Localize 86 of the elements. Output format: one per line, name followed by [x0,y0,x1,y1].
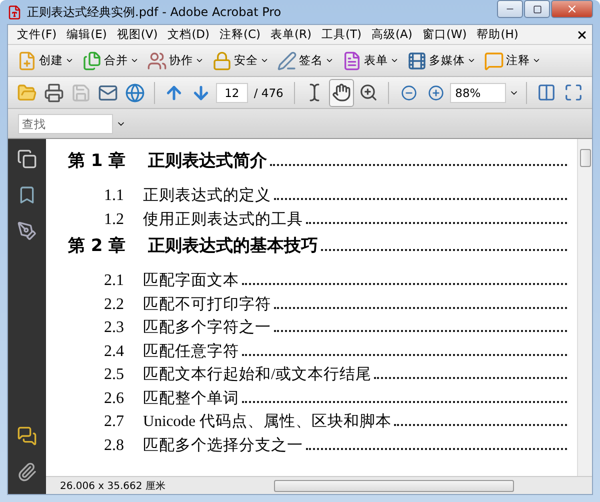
section-number: 2.5 [103,366,125,384]
section-number: 2.4 [103,342,125,360]
menu-item[interactable]: 文件(F) [12,26,62,44]
maximize-button[interactable] [524,0,550,18]
hand-icon [332,83,352,102]
caret-icon [325,56,334,65]
vertical-scrollbar[interactable] [577,139,592,476]
task-button[interactable]: 协作 [144,46,207,74]
caret-icon [130,56,139,65]
speech-bubbles-icon[interactable] [17,426,37,446]
section-number: 1.1 [103,187,125,205]
document-plus-icon [17,50,37,70]
menu-item[interactable]: 帮助(H) [472,26,524,44]
expand-icon [564,83,584,102]
section-number: 2.3 [103,319,125,337]
task-button[interactable]: 多媒体 [404,46,479,74]
minus-circle-icon [400,84,417,100]
pages-icon[interactable] [17,149,37,169]
page-number-field[interactable]: 12 [216,82,248,102]
zoom-icon [359,83,378,102]
caret-icon [390,56,399,65]
section-title[interactable]: 匹配整个单词 [143,388,239,408]
globe-icon [124,82,144,102]
find-field[interactable]: 查找 [18,114,113,134]
printer-icon [44,82,64,102]
speech-bubble-icon [484,50,504,70]
task-button[interactable]: 创建 [14,46,77,74]
caret-icon [195,56,204,65]
envelope-icon [98,82,118,102]
section-number: 2.1 [103,272,125,290]
pen-icon [277,50,297,70]
caret-icon [467,56,476,65]
section-title[interactable]: 匹配任意字符 [143,340,239,362]
task-button[interactable]: 注释 [481,46,544,74]
hand-tool[interactable] [329,78,354,106]
menu-item[interactable]: 文档(D) [162,26,215,44]
section-title[interactable]: 匹配字面文本 [143,270,239,291]
page-total: / 476 [252,86,284,100]
task-button[interactable]: 安全 [209,46,272,74]
menu-item[interactable]: 注释(C) [214,26,266,44]
section-number: 1.2 [103,210,125,228]
pdf-file-icon [7,4,22,20]
caret-icon [65,56,74,65]
section-number: 2.6 [103,390,125,408]
close-icon[interactable] [576,28,588,40]
section-title[interactable]: Unicode 代码点、属性、区块和脚本 [143,411,392,432]
task-button[interactable]: 合并 [79,46,142,74]
chapter-number: 第 2 章 [68,235,127,257]
menu-item[interactable]: 窗口(W) [417,26,472,44]
chapter-title[interactable]: 正则表达式简介 [148,149,267,172]
section-title[interactable]: 正则表达式的定义 [143,185,271,206]
menu-item[interactable]: 表单(R) [266,26,317,44]
form-icon [342,50,362,70]
chapter-title[interactable]: 正则表达式的基本技巧 [148,234,318,257]
chapter-number: 第 1 章 [68,150,127,172]
section-title[interactable]: 使用正则表达式的工具 [143,208,303,230]
menu-item[interactable]: 编辑(E) [62,26,112,44]
caret-icon [260,56,269,65]
menu-item[interactable]: 视图(V) [112,26,163,44]
close-icon [566,3,578,15]
task-button[interactable]: 表单 [339,46,402,74]
menu-item[interactable]: 工具(T) [316,26,367,44]
close-button[interactable] [551,0,593,18]
section-number: 2.7 [103,413,125,431]
section-title[interactable]: 匹配多个字符之一 [143,317,271,338]
paperclip-icon[interactable] [17,462,37,482]
window-title: 正则表达式经典实例.pdf - Adobe Acrobat Pro [27,4,282,20]
pen-icon[interactable] [17,221,37,241]
section-number: 2.2 [103,296,125,314]
plus-circle-icon [428,84,444,100]
caret-icon [532,56,541,65]
page-size: 26.006 x 35.662 厘米 [59,480,166,492]
columns-icon [537,83,556,102]
folder-icon [16,82,36,102]
zoom-field[interactable]: 88% [450,82,506,102]
maximize-icon [532,4,542,14]
task-button[interactable]: 签名 [274,46,337,74]
section-number: 2.8 [103,436,125,454]
section-title[interactable]: 匹配不可打印字符 [143,294,271,314]
people-icon [147,50,167,70]
files-icon [82,50,102,70]
section-title[interactable]: 匹配文本行起始和/或文本行结尾 [143,364,372,385]
film-icon [407,50,427,70]
lock-icon [212,50,232,70]
menu-item[interactable]: 高级(A) [366,26,418,44]
section-title[interactable]: 匹配多个选择分支之一 [143,434,303,456]
